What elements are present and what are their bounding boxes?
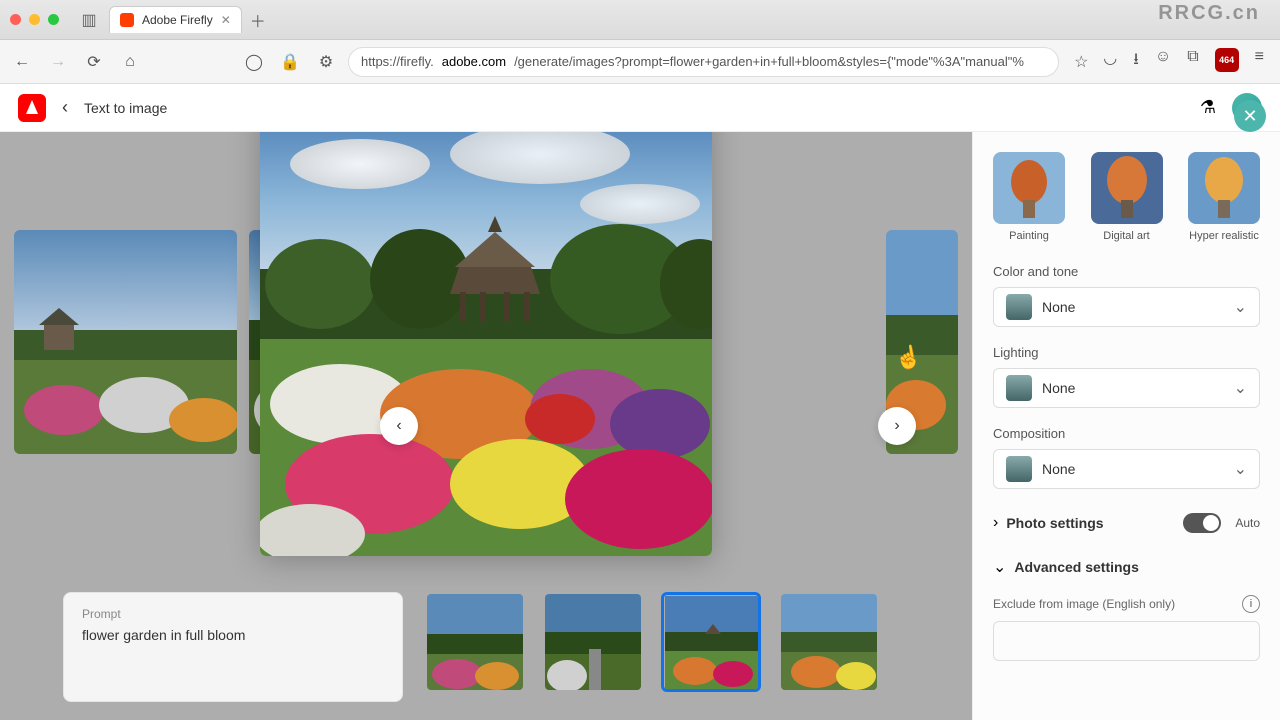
info-icon[interactable]: i — [1242, 595, 1260, 613]
chevron-down-icon: ⌄ — [1234, 297, 1247, 317]
tab-close-icon[interactable]: ✕ — [221, 13, 231, 27]
select-value: None — [1042, 380, 1224, 396]
select-value: None — [1042, 461, 1224, 477]
adobe-logo-icon[interactable] — [18, 94, 46, 122]
permissions-icon[interactable]: ⚙ — [312, 48, 340, 76]
browser-tab[interactable]: Adobe Firefly ✕ — [109, 6, 242, 33]
chevron-down-icon: ⌄ — [993, 557, 1006, 577]
window-controls — [10, 14, 59, 25]
thumbnail-3[interactable] — [661, 592, 761, 692]
pocket-icon[interactable]: ◡ — [1103, 48, 1117, 75]
select-swatch-icon — [1006, 456, 1032, 482]
ublock-icon[interactable]: 464 — [1215, 48, 1239, 72]
new-tab-icon[interactable]: ＋ — [250, 8, 266, 32]
thumbnail-strip — [425, 592, 879, 702]
chevron-down-icon: ⌄ — [1234, 378, 1247, 398]
lighting-label: Lighting — [993, 345, 1260, 360]
home-icon[interactable]: ⌂ — [116, 48, 144, 76]
browser-titlebar: ▥ Adobe Firefly ✕ ＋ — [0, 0, 1280, 40]
select-swatch-icon — [1006, 294, 1032, 320]
photo-settings-row[interactable]: › Photo settings Auto — [993, 507, 1260, 539]
settings-sidebar: Painting Digital art Hyper realistic Col… — [972, 132, 1280, 720]
shield-icon[interactable]: ◯ — [240, 48, 268, 76]
result-thumb-1[interactable] — [14, 230, 237, 454]
tab-list-icon[interactable]: ▥ — [79, 10, 99, 30]
carousel-next-button[interactable]: › — [878, 407, 916, 445]
maximize-window-icon[interactable] — [48, 14, 59, 25]
reload-icon[interactable]: ⟳ — [80, 48, 108, 76]
page-title: Text to image — [84, 100, 167, 116]
extensions-icon[interactable]: ⧉ — [1187, 48, 1198, 75]
composition-label: Composition — [993, 426, 1260, 441]
close-modal-icon[interactable]: ✕ — [1234, 100, 1266, 132]
account-icon[interactable]: ☺ — [1155, 48, 1171, 75]
prompt-text: flower garden in full bloom — [82, 627, 384, 643]
app-header: ‹ Text to image ⚗ — [0, 84, 1280, 132]
advanced-settings-label: Advanced settings — [1014, 559, 1260, 575]
downloads-icon[interactable]: ⭳ — [1133, 48, 1139, 75]
address-bar[interactable]: https://firefly. adobe.com/generate/image… — [348, 47, 1059, 77]
url-path: /generate/images?prompt=flower+garden+in… — [514, 54, 1024, 69]
minimize-window-icon[interactable] — [29, 14, 40, 25]
exclude-label: Exclude from image (English only) — [993, 597, 1175, 611]
thumbnail-1[interactable] — [425, 592, 525, 692]
color-tone-label: Color and tone — [993, 264, 1260, 279]
style-digital-art[interactable]: Digital art — [1091, 152, 1163, 242]
bookmark-icon[interactable]: ☆ — [1067, 48, 1095, 76]
thumbnail-2[interactable] — [543, 592, 643, 692]
lighting-select[interactable]: None ⌄ — [993, 368, 1260, 408]
prompt-label: Prompt — [82, 607, 384, 621]
advanced-settings-row[interactable]: ⌄ Advanced settings — [993, 551, 1260, 583]
style-label: Painting — [993, 230, 1065, 242]
browser-urlbar: ← → ⟳ ⌂ ◯ 🔒 ⚙ https://firefly. adobe.com /… — [0, 40, 1280, 84]
url-domain: adobe.com — [442, 54, 506, 69]
tab-title: Adobe Firefly — [142, 13, 213, 27]
lock-icon[interactable]: 🔒 — [276, 48, 304, 76]
style-painting[interactable]: Painting — [993, 152, 1065, 242]
exclude-input[interactable] — [993, 621, 1260, 661]
color-tone-select[interactable]: None ⌄ — [993, 287, 1260, 327]
menu-icon[interactable]: ≡ — [1255, 48, 1264, 75]
url-prefix: https://firefly. — [361, 54, 434, 69]
favicon-icon — [120, 13, 134, 27]
forward-icon: → — [44, 48, 72, 76]
select-swatch-icon — [1006, 375, 1032, 401]
beaker-icon[interactable]: ⚗ — [1200, 97, 1216, 118]
photo-settings-label: Photo settings — [1006, 515, 1175, 531]
thumbnail-4[interactable] — [779, 592, 879, 692]
prompt-box[interactable]: Prompt flower garden in full bloom — [63, 592, 403, 702]
chevron-right-icon: › — [993, 514, 998, 532]
close-window-icon[interactable] — [10, 14, 21, 25]
composition-select[interactable]: None ⌄ — [993, 449, 1260, 489]
carousel-prev-button[interactable]: ‹ — [380, 407, 418, 445]
toolbar-icons: ◡ ⭳ ☺ ⧉ 464 ≡ — [1103, 48, 1264, 75]
style-hyper-realistic[interactable]: Hyper realistic — [1188, 152, 1260, 242]
auto-toggle[interactable] — [1183, 513, 1221, 533]
canvas-area: ‹ › Prompt flower garden in full bloom — [0, 132, 972, 720]
main-preview[interactable] — [260, 132, 712, 556]
style-presets: Painting Digital art Hyper realistic — [993, 152, 1260, 242]
style-label: Digital art — [1091, 230, 1163, 242]
style-label: Hyper realistic — [1188, 230, 1260, 242]
chevron-down-icon: ⌄ — [1234, 459, 1247, 479]
auto-label: Auto — [1235, 516, 1260, 530]
back-icon[interactable]: ← — [8, 48, 36, 76]
app-back-icon[interactable]: ‹ — [62, 97, 68, 118]
select-value: None — [1042, 299, 1224, 315]
